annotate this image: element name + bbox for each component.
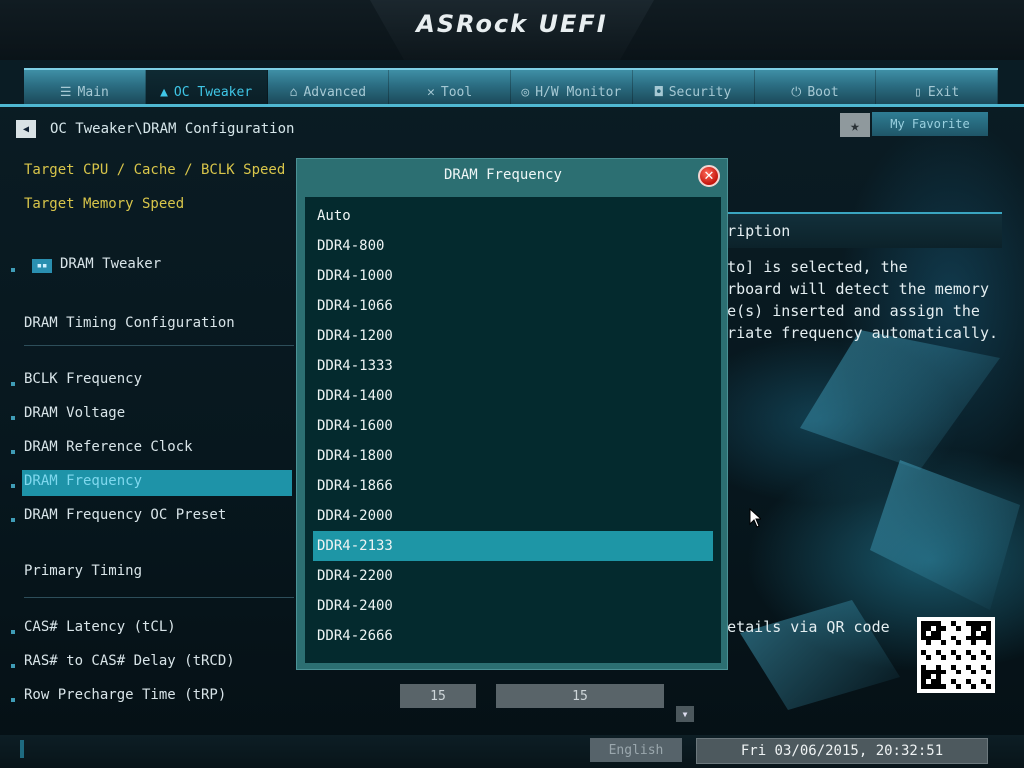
tweaker-icon: ▪▪ xyxy=(32,259,52,273)
dram-voltage-item[interactable]: DRAM Voltage xyxy=(24,405,125,421)
bullet xyxy=(11,630,15,634)
trp-setting-field[interactable]: 15 xyxy=(496,684,664,708)
tab-label: Main xyxy=(77,85,109,100)
advanced-icon: ⌂ xyxy=(289,85,298,100)
tab-exit[interactable]: ▯ Exit xyxy=(876,70,998,104)
description-line: therboard will detect the memory xyxy=(700,280,989,298)
row-precharge-item[interactable]: Row Precharge Time (tRP) xyxy=(24,687,226,703)
tab-main[interactable]: ☰ Main xyxy=(24,70,146,104)
bullet xyxy=(11,416,15,420)
close-icon[interactable]: ✕ xyxy=(698,165,720,187)
dram-tweaker-label: DRAM Tweaker xyxy=(60,256,162,272)
tab-hw-monitor[interactable]: ◎ H/W Monitor xyxy=(511,70,633,104)
tab-advanced[interactable]: ⌂ Advanced xyxy=(268,70,390,104)
cas-latency-item[interactable]: CAS# Latency (tCL) xyxy=(24,619,176,635)
back-arrow-icon[interactable]: ◀ xyxy=(16,120,36,138)
power-icon: ⏻ xyxy=(791,85,802,100)
tab-oc-tweaker[interactable]: ▲ OC Tweaker xyxy=(145,70,268,104)
frequency-option-list: Auto DDR4-800 DDR4-1000 DDR4-1066 DDR4-1200 D… xyxy=(305,197,721,663)
dram-oc-preset-item[interactable]: DRAM Frequency OC Preset xyxy=(24,507,226,523)
star-icon[interactable]: ★ xyxy=(840,113,870,137)
dram-frequency-item[interactable]: DRAM Frequency xyxy=(24,473,142,489)
datetime-display: Fri 03/06/2015, 20:32:51 xyxy=(696,738,988,764)
dram-frequency-dialog: DRAM Frequency ✕ Auto DDR4-800 DDR4-1000 DD… xyxy=(296,158,728,670)
tab-label: H/W Monitor xyxy=(535,85,622,100)
target-cpu-label: Target CPU / Cache / BCLK Speed xyxy=(24,162,286,178)
dram-reference-clock-item[interactable]: DRAM Reference Clock xyxy=(24,439,193,455)
exit-icon: ▯ xyxy=(914,85,922,100)
qr-code-icon xyxy=(917,617,995,693)
frequency-option[interactable]: DDR4-1800 xyxy=(313,441,713,471)
tab-label: Tool xyxy=(440,85,473,100)
tab-label: Advanced xyxy=(303,85,367,100)
bclk-frequency-item[interactable]: BCLK Frequency xyxy=(24,371,142,387)
bullet xyxy=(11,450,15,454)
breadcrumb-path: OC Tweaker\DRAM Configuration xyxy=(50,121,295,137)
scroll-down-arrow-icon[interactable]: ▼ xyxy=(676,706,694,722)
description-line: ropriate frequency automatically. xyxy=(700,324,999,342)
tab-label: Boot xyxy=(807,85,839,100)
tab-security[interactable]: ◘ Security xyxy=(633,70,755,104)
frequency-option[interactable]: DDR4-1200 xyxy=(313,321,713,351)
brand-logo: ASRock UEFI xyxy=(416,10,608,38)
section-title-primary: Primary Timing xyxy=(24,563,143,579)
flame-icon: ▲ xyxy=(160,85,168,100)
list-icon: ☰ xyxy=(59,85,72,100)
trp-current-value: 15 xyxy=(400,684,476,708)
frequency-option[interactable]: DDR4-1066 xyxy=(313,291,713,321)
bullet xyxy=(11,698,15,702)
ras-cas-delay-item[interactable]: RAS# to CAS# Delay (tRCD) xyxy=(24,653,235,669)
dialog-title: DRAM Frequency xyxy=(443,167,562,183)
tab-label: Exit xyxy=(927,85,960,100)
frequency-option[interactable]: DDR4-800 xyxy=(313,231,713,261)
target-memory-label: Target Memory Speed xyxy=(24,196,185,212)
tool-icon: ✕ xyxy=(427,85,435,100)
tab-boot[interactable]: ⏻ Boot xyxy=(755,70,877,104)
bullet xyxy=(11,484,15,488)
language-button[interactable]: English xyxy=(590,738,682,762)
main-tab-bar: ☰ Main ▲ OC Tweaker ⌂ Advanced ✕ Tool ◎ H/W M… xyxy=(24,68,998,104)
tab-label: Security xyxy=(668,85,732,100)
bullet xyxy=(11,382,15,386)
qr-code-label: t details via QR code xyxy=(700,618,890,636)
frequency-option[interactable]: DDR4-1333 xyxy=(313,351,713,381)
frequency-option[interactable]: DDR4-1866 xyxy=(313,471,713,501)
description-line: [Auto] is selected, the xyxy=(700,258,908,276)
divider xyxy=(24,345,294,346)
footer-marker xyxy=(20,740,24,758)
dram-tweaker-item[interactable]: ▪▪ DRAM Tweaker xyxy=(32,256,161,273)
section-title-timing: DRAM Timing Configuration xyxy=(24,315,235,331)
frequency-option[interactable]: DDR4-1000 xyxy=(313,261,713,291)
frequency-option[interactable]: Auto xyxy=(313,201,713,231)
bullet xyxy=(11,664,15,668)
divider xyxy=(24,597,294,598)
frequency-option[interactable]: DDR4-2133 xyxy=(313,531,713,561)
shield-icon: ◘ xyxy=(654,85,663,100)
bullet xyxy=(11,268,15,272)
qr-cell xyxy=(986,684,991,689)
frequency-option[interactable]: DDR4-2200 xyxy=(313,561,713,591)
frequency-option[interactable]: DDR4-1600 xyxy=(313,411,713,441)
mouse-cursor-icon xyxy=(749,508,761,528)
monitor-icon: ◎ xyxy=(521,85,530,100)
tab-underline xyxy=(0,104,1024,107)
my-favorite-button[interactable]: My Favorite xyxy=(872,112,988,136)
description-line: dule(s) inserted and assign the xyxy=(700,302,980,320)
frequency-option[interactable]: DDR4-2400 xyxy=(313,591,713,621)
frequency-option[interactable]: DDR4-1400 xyxy=(313,381,713,411)
tab-label: OC Tweaker xyxy=(173,85,253,100)
frequency-option[interactable]: DDR4-2666 xyxy=(313,621,713,651)
tab-tool[interactable]: ✕ Tool xyxy=(389,70,511,104)
breadcrumb: ◀ OC Tweaker\DRAM Configuration xyxy=(16,120,294,138)
frequency-option[interactable]: DDR4-2000 xyxy=(313,501,713,531)
bullet xyxy=(11,518,15,522)
